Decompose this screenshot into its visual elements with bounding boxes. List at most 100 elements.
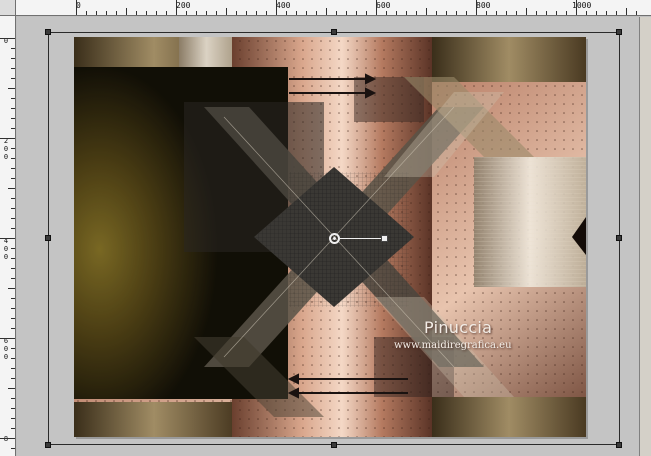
ruler-tick (536, 11, 537, 15)
ruler-tick (116, 11, 117, 15)
ruler-tick (11, 278, 15, 279)
ruler-tick (356, 11, 357, 15)
ruler-tick (11, 318, 15, 319)
ruler-tick (146, 11, 147, 15)
ruler-tick (11, 98, 15, 99)
ruler-tick (11, 68, 15, 69)
ruler-tick (11, 358, 15, 359)
ruler-tick (446, 11, 447, 15)
rotation-arm (338, 238, 384, 239)
ruler-label: 0 (3, 345, 9, 353)
resize-handle-bottom-right[interactable] (616, 442, 622, 448)
ruler-tick (206, 11, 207, 15)
ruler-tick (11, 58, 15, 59)
resize-handle-bottom[interactable] (331, 442, 337, 448)
ruler-tick (126, 8, 127, 15)
ruler-label: 400 (276, 1, 291, 10)
ruler-tick (11, 258, 15, 259)
ruler-tick (366, 11, 367, 15)
ruler-tick (11, 208, 15, 209)
ruler-tick (8, 188, 15, 189)
ruler-label: 0 (3, 37, 9, 45)
ruler-tick (396, 11, 397, 15)
ruler-tick (266, 11, 267, 15)
ruler-tick (11, 108, 15, 109)
ruler-tick (106, 11, 107, 15)
ruler-tick (11, 328, 15, 329)
ruler-tick (8, 88, 15, 89)
ruler-tick (11, 198, 15, 199)
ruler-tick (276, 0, 277, 15)
ruler-label: 0 (3, 253, 9, 261)
ruler-tick (0, 338, 15, 339)
ruler-tick (426, 8, 427, 15)
vertical-ruler[interactable]: 0 2 0 0 4 0 0 6 0 0 8 (0, 16, 16, 456)
ruler-label: 0 (3, 153, 9, 161)
ruler-tick (486, 11, 487, 15)
ruler-tick (626, 8, 627, 15)
ruler-tick (11, 348, 15, 349)
ruler-tick (286, 11, 287, 15)
vertical-scrollbar[interactable] (639, 17, 651, 456)
ruler-tick (11, 418, 15, 419)
ruler-tick (8, 388, 15, 389)
ruler-tick (11, 398, 15, 399)
ruler-tick (546, 11, 547, 15)
ruler-tick (586, 11, 587, 15)
resize-handle-top-right[interactable] (616, 29, 622, 35)
watermark-url: www.maidiregrafica.eu (394, 340, 512, 351)
horizontal-ruler[interactable]: 0 200 400 600 800 1000 (16, 0, 651, 16)
resize-handle-top-left[interactable] (45, 29, 51, 35)
ruler-tick (11, 368, 15, 369)
ruler-tick (306, 11, 307, 15)
ruler-tick (386, 11, 387, 15)
ruler-tick (8, 288, 15, 289)
ruler-tick (216, 11, 217, 15)
ruler-tick (326, 8, 327, 15)
ruler-tick (0, 238, 15, 239)
ruler-tick (176, 0, 177, 15)
ruler-tick (11, 48, 15, 49)
ruler-tick (11, 228, 15, 229)
ruler-tick (11, 128, 15, 129)
ruler-tick (11, 168, 15, 169)
watermark-title: Pinuccia (424, 318, 493, 337)
resize-handle-top[interactable] (331, 29, 337, 35)
ruler-tick (11, 268, 15, 269)
ruler-label: 4 (3, 237, 9, 245)
ruler-label: 2 (3, 137, 9, 145)
ruler-label: 6 (3, 337, 9, 345)
ruler-tick (86, 11, 87, 15)
ruler-tick (256, 11, 257, 15)
ruler-tick (246, 11, 247, 15)
ruler-tick (436, 11, 437, 15)
ruler-tick (11, 218, 15, 219)
ruler-tick (606, 11, 607, 15)
ruler-tick (11, 428, 15, 429)
resize-handle-bottom-left[interactable] (45, 442, 51, 448)
ruler-tick (0, 438, 15, 439)
ruler-tick (11, 248, 15, 249)
ruler-tick (406, 11, 407, 15)
ruler-label: 1000 (572, 1, 592, 10)
ruler-corner (0, 0, 16, 16)
ruler-tick (636, 11, 637, 15)
ruler-tick (11, 448, 15, 449)
ruler-tick (576, 0, 577, 15)
ruler-label: 200 (176, 1, 191, 10)
ruler-tick (0, 138, 15, 139)
ruler-tick (11, 148, 15, 149)
ruler-label: 600 (376, 1, 391, 10)
ruler-label: 0 (3, 353, 9, 361)
ruler-tick (566, 11, 567, 15)
resize-handle-left[interactable] (45, 235, 51, 241)
rotate-handle-icon[interactable] (381, 235, 388, 242)
ruler-tick (236, 11, 237, 15)
resize-handle-right[interactable] (616, 235, 622, 241)
ruler-tick (11, 298, 15, 299)
pivot-crosshair-icon[interactable] (329, 233, 340, 244)
ruler-tick (506, 11, 507, 15)
ruler-tick (496, 11, 497, 15)
ruler-tick (11, 158, 15, 159)
ruler-tick (11, 408, 15, 409)
